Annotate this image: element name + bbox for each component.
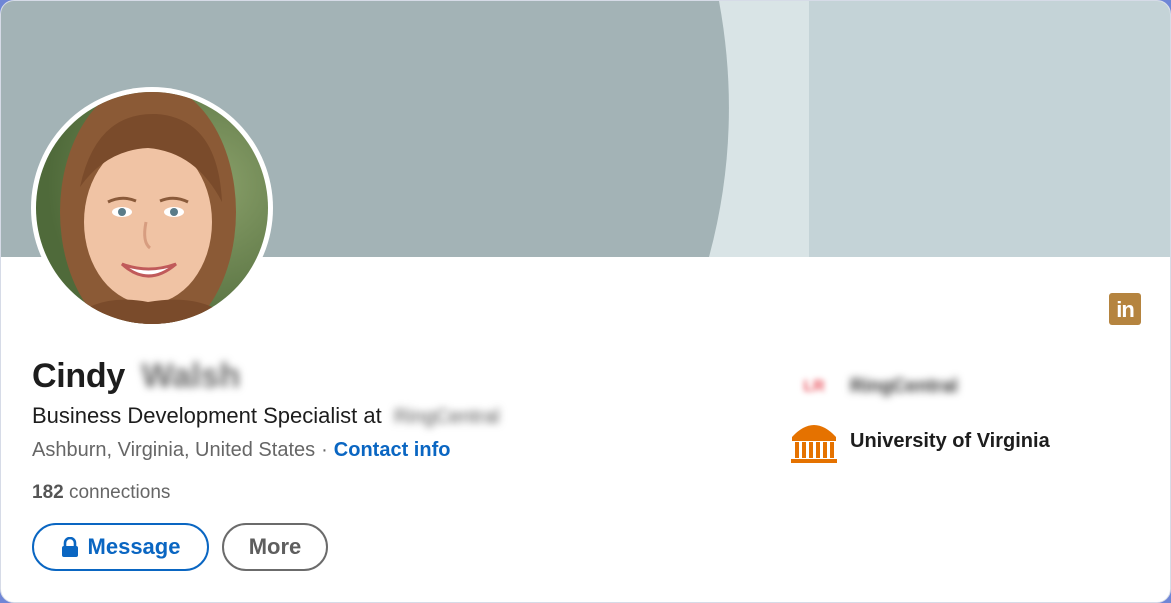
current-company[interactable]: LR RingCentral (790, 363, 1050, 411)
last-name-redacted: Walsh (141, 357, 241, 395)
contact-info-link[interactable]: Contact info (334, 439, 451, 461)
location-text: Ashburn, Virginia, United States (32, 439, 316, 461)
connections-count[interactable]: 182 connections (32, 482, 170, 504)
location-row: Ashburn, Virginia, United States · Contact… (32, 439, 450, 462)
profile-side-info: LR RingCentral University of Virginia (790, 363, 1050, 471)
company-logo-text: LR (803, 378, 825, 395)
education-school[interactable]: University of Virginia (790, 417, 1050, 465)
company-logo: LR (790, 369, 838, 405)
company-name-redacted: RingCentral (850, 376, 958, 397)
more-label: More (248, 534, 302, 559)
profile-headline: Business Development Specialist at RingC… (32, 403, 499, 429)
headline-text: Business Development Specialist at (32, 403, 382, 428)
message-label: Message (87, 534, 181, 559)
linkedin-icon[interactable]: in (1109, 293, 1141, 325)
connections-label: connections (68, 482, 171, 503)
school-name: University of Virginia (850, 429, 1050, 452)
more-button[interactable]: More (222, 523, 328, 571)
university-icon (790, 417, 838, 465)
profile-card: in Cindy Walsh Business Development Spec… (0, 0, 1171, 603)
headline-company-redacted: RingCentral (393, 406, 500, 428)
first-name: Cindy (32, 357, 125, 395)
lock-icon (61, 537, 79, 557)
message-button[interactable]: Message (32, 523, 209, 571)
profile-name: Cindy Walsh (32, 357, 240, 399)
profile-photo[interactable] (31, 87, 273, 329)
connections-number: 182 (32, 482, 64, 503)
separator: · (321, 439, 328, 461)
